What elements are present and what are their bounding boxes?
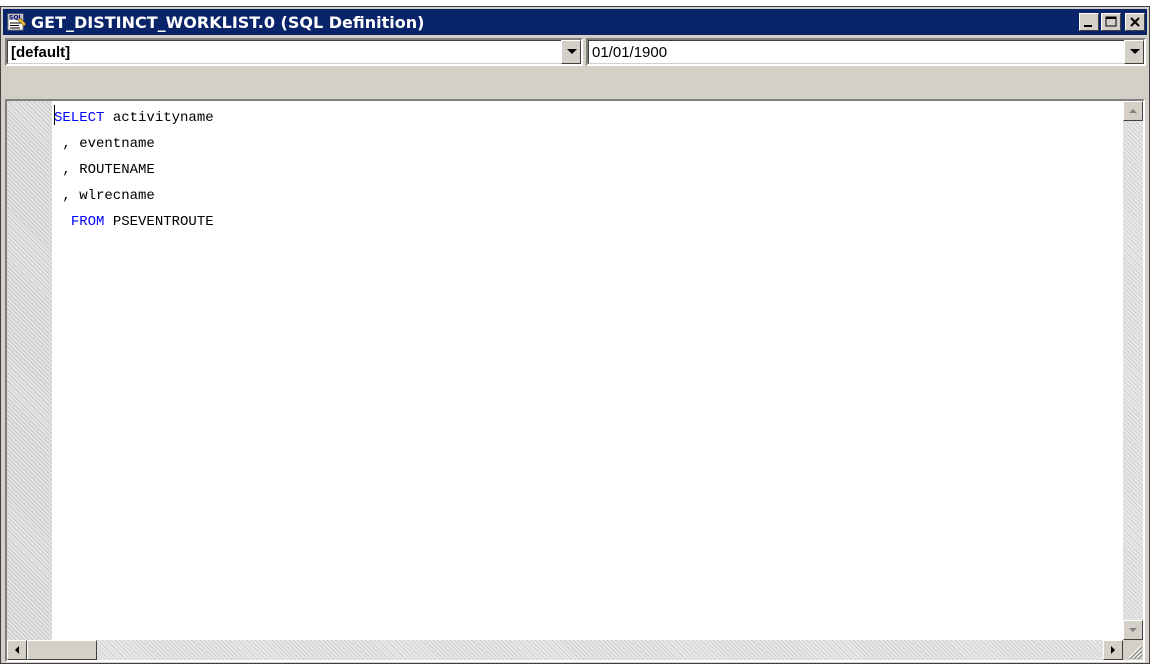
sql-definition-window: SQL GET_DISTINCT_WORKLIST.0 (SQL Definit… [0, 6, 1150, 664]
code-text: activityname [104, 110, 214, 126]
maximize-button[interactable] [1101, 13, 1121, 31]
code-line: , wlrecname [54, 183, 1123, 209]
code-text: PSEVENTROUTE [104, 214, 214, 230]
text-caret [54, 105, 55, 125]
arrow-left-icon [15, 646, 19, 654]
maximize-icon [1105, 16, 1117, 27]
code-line: SELECT activityname [54, 105, 1123, 131]
effective-date-dropdown[interactable]: 01/01/1900 [586, 38, 1146, 66]
editor-margin[interactable] [7, 101, 52, 640]
sql-keyword: FROM [70, 214, 105, 230]
horizontal-scrollbar[interactable] [7, 640, 1123, 660]
effective-date-value: 01/01/1900 [592, 44, 668, 61]
title-bar[interactable]: SQL GET_DISTINCT_WORKLIST.0 (SQL Definit… [3, 9, 1147, 35]
vertical-scrollbar[interactable] [1123, 101, 1143, 640]
window-title: GET_DISTINCT_WORKLIST.0 (SQL Definition) [31, 13, 425, 32]
dropdown-inner-border [588, 40, 1144, 64]
scroll-down-button[interactable] [1123, 620, 1143, 640]
resize-grip[interactable] [1123, 640, 1143, 660]
effective-date-dropdown-button[interactable] [1124, 40, 1144, 64]
horizontal-scroll-thumb[interactable] [27, 640, 97, 660]
arrow-down-icon [1129, 628, 1137, 632]
database-type-value: [default] [11, 44, 71, 61]
close-button[interactable] [1125, 13, 1145, 31]
code-text: , eventname [54, 136, 155, 152]
minimize-button[interactable] [1079, 13, 1099, 31]
scroll-up-button[interactable] [1123, 101, 1143, 121]
resize-grip-icon [1128, 645, 1143, 660]
chevron-down-icon [1130, 49, 1140, 54]
dropdown-inner-border [7, 40, 581, 64]
close-icon [1130, 17, 1140, 27]
code-line: FROM PSEVENTROUTE [54, 209, 1123, 235]
code-line: , ROUTENAME [54, 157, 1123, 183]
code-line: , eventname [54, 131, 1123, 157]
database-type-dropdown[interactable]: [default] [5, 38, 583, 66]
code-text: , wlrecname [54, 188, 155, 204]
minimize-icon [1084, 25, 1092, 27]
sql-keyword: SELECT [54, 110, 105, 126]
sql-definition-icon: SQL [7, 13, 27, 31]
scroll-left-button[interactable] [7, 640, 27, 660]
sql-editor[interactable]: SELECT activityname , eventname , ROUTEN… [5, 99, 1145, 662]
arrow-up-icon [1129, 109, 1137, 113]
arrow-right-icon [1111, 646, 1115, 654]
database-type-dropdown-button[interactable] [561, 40, 581, 64]
chevron-down-icon [567, 49, 577, 54]
scroll-right-button[interactable] [1103, 640, 1123, 660]
sql-text-area[interactable]: SELECT activityname , eventname , ROUTEN… [54, 105, 1123, 640]
code-text: , ROUTENAME [54, 162, 155, 178]
